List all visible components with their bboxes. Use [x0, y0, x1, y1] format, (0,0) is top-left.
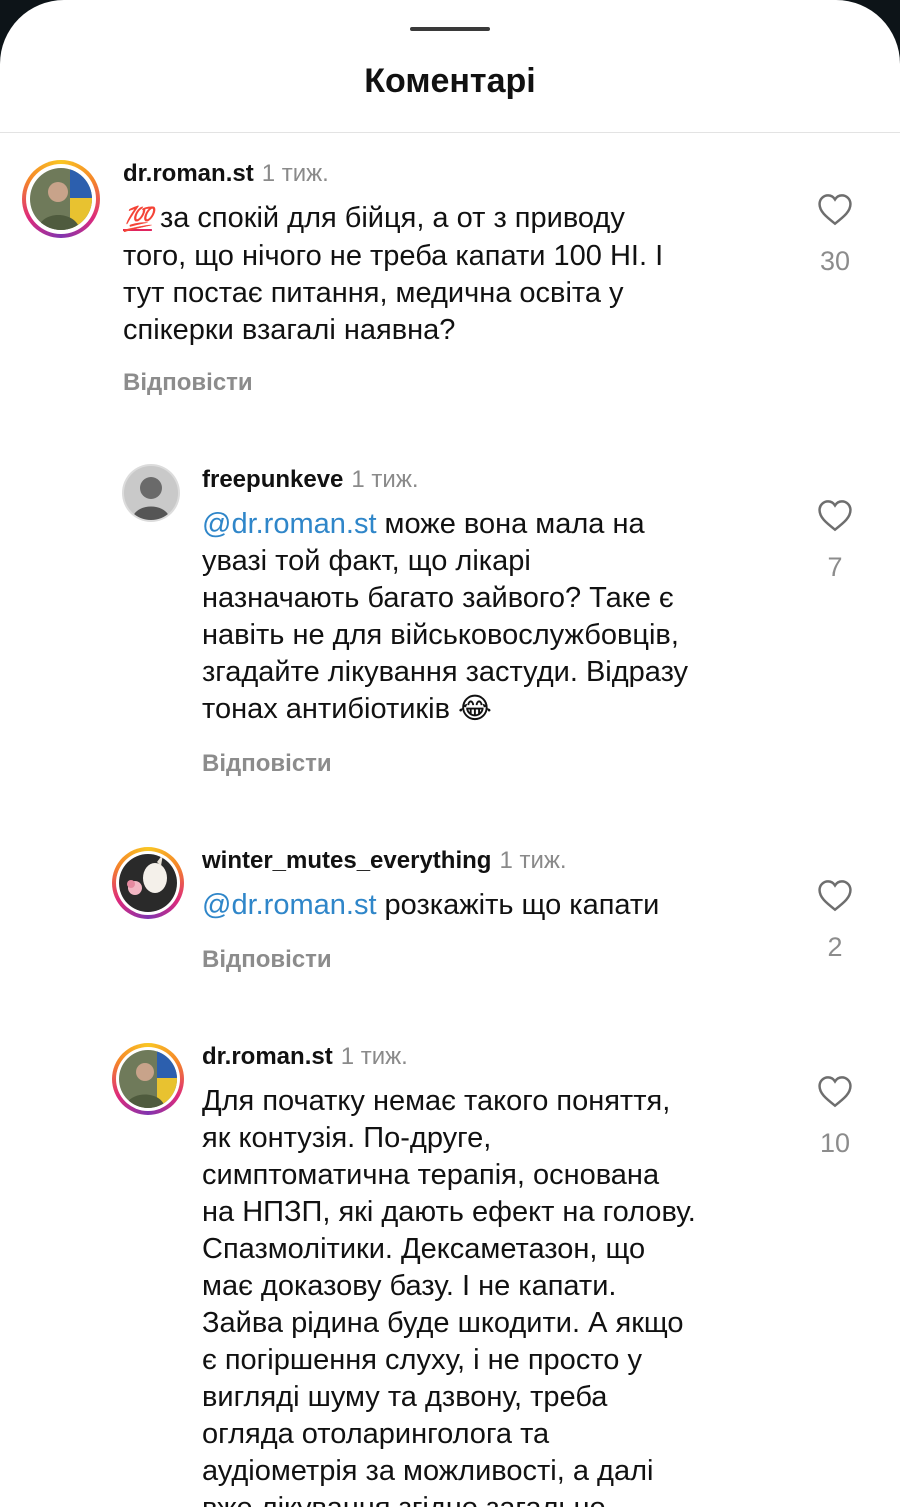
- like-count: 30: [819, 246, 851, 276]
- reply-button[interactable]: Відповісти: [202, 750, 332, 778]
- comment-time: 1 тиж.: [351, 466, 419, 493]
- avatar-photo-icon: [119, 1050, 177, 1108]
- page-title: Коментарі: [364, 62, 536, 100]
- comment-text: 💯 за спокій для бійця, а от з приводу то…: [123, 200, 663, 349]
- like-button[interactable]: 30: [805, 192, 865, 277]
- comment-username[interactable]: dr.roman.st: [123, 160, 254, 187]
- comment-username[interactable]: winter_mutes_everything: [202, 847, 491, 874]
- avatar[interactable]: [112, 847, 184, 919]
- mention-link[interactable]: @dr.roman.st: [202, 508, 377, 540]
- comment-text: Для початку немає такого поняття, як кон…: [202, 1085, 696, 1507]
- comment-text-body: розкажіть що капати: [376, 889, 660, 921]
- comment-meta: freepunkeve 1 тиж.: [202, 466, 419, 494]
- avatar[interactable]: [122, 464, 180, 522]
- comment-meta: dr.roman.st 1 тиж.: [123, 160, 329, 188]
- hundred-emoji-icon: 💯: [123, 206, 153, 233]
- like-button[interactable]: 10: [805, 1074, 865, 1159]
- comment-username[interactable]: dr.roman.st: [202, 1043, 333, 1070]
- mention-link[interactable]: @dr.roman.st: [202, 889, 377, 921]
- comment-text-body: за спокій для бійця, а от з приводу того…: [123, 202, 664, 346]
- avatar[interactable]: [112, 1043, 184, 1115]
- heart-icon: [818, 1076, 852, 1108]
- comment-text-body: може вона мала на увазі той факт, що лік…: [202, 508, 689, 725]
- like-count: 7: [827, 552, 843, 582]
- like-button[interactable]: 7: [805, 498, 865, 583]
- like-count: 2: [827, 932, 843, 962]
- header-divider: [0, 132, 900, 133]
- comment-meta: dr.roman.st 1 тиж.: [202, 1043, 408, 1071]
- heart-icon: [818, 500, 852, 532]
- comment-time: 1 тиж.: [261, 160, 329, 187]
- avatar-photo-icon: [124, 466, 178, 520]
- comment-text: @dr.roman.st може вона мала на увазі той…: [202, 506, 688, 728]
- comment-time: 1 тиж.: [340, 1043, 408, 1070]
- drag-handle[interactable]: [410, 27, 490, 31]
- avatar-photo-icon: [119, 854, 177, 912]
- reply-button[interactable]: Відповісти: [202, 946, 332, 974]
- reply-button[interactable]: Відповісти: [123, 369, 253, 397]
- comment-meta: winter_mutes_everything 1 тиж.: [202, 847, 567, 875]
- comments-sheet: Коментарі dr.roman.st 1 тиж. 💯 за спокій …: [0, 0, 900, 1507]
- comment-time: 1 тиж.: [499, 847, 567, 874]
- comment-text: @dr.roman.st розкажіть що капати: [202, 887, 659, 924]
- comment-username[interactable]: freepunkeve: [202, 466, 343, 493]
- laughing-emoji-icon: 😂: [458, 693, 492, 725]
- heart-icon: [818, 194, 852, 226]
- like-button[interactable]: 2: [805, 878, 865, 963]
- heart-icon: [818, 880, 852, 912]
- avatar-photo-icon: [30, 168, 92, 230]
- like-count: 10: [819, 1128, 851, 1158]
- avatar[interactable]: [22, 160, 100, 238]
